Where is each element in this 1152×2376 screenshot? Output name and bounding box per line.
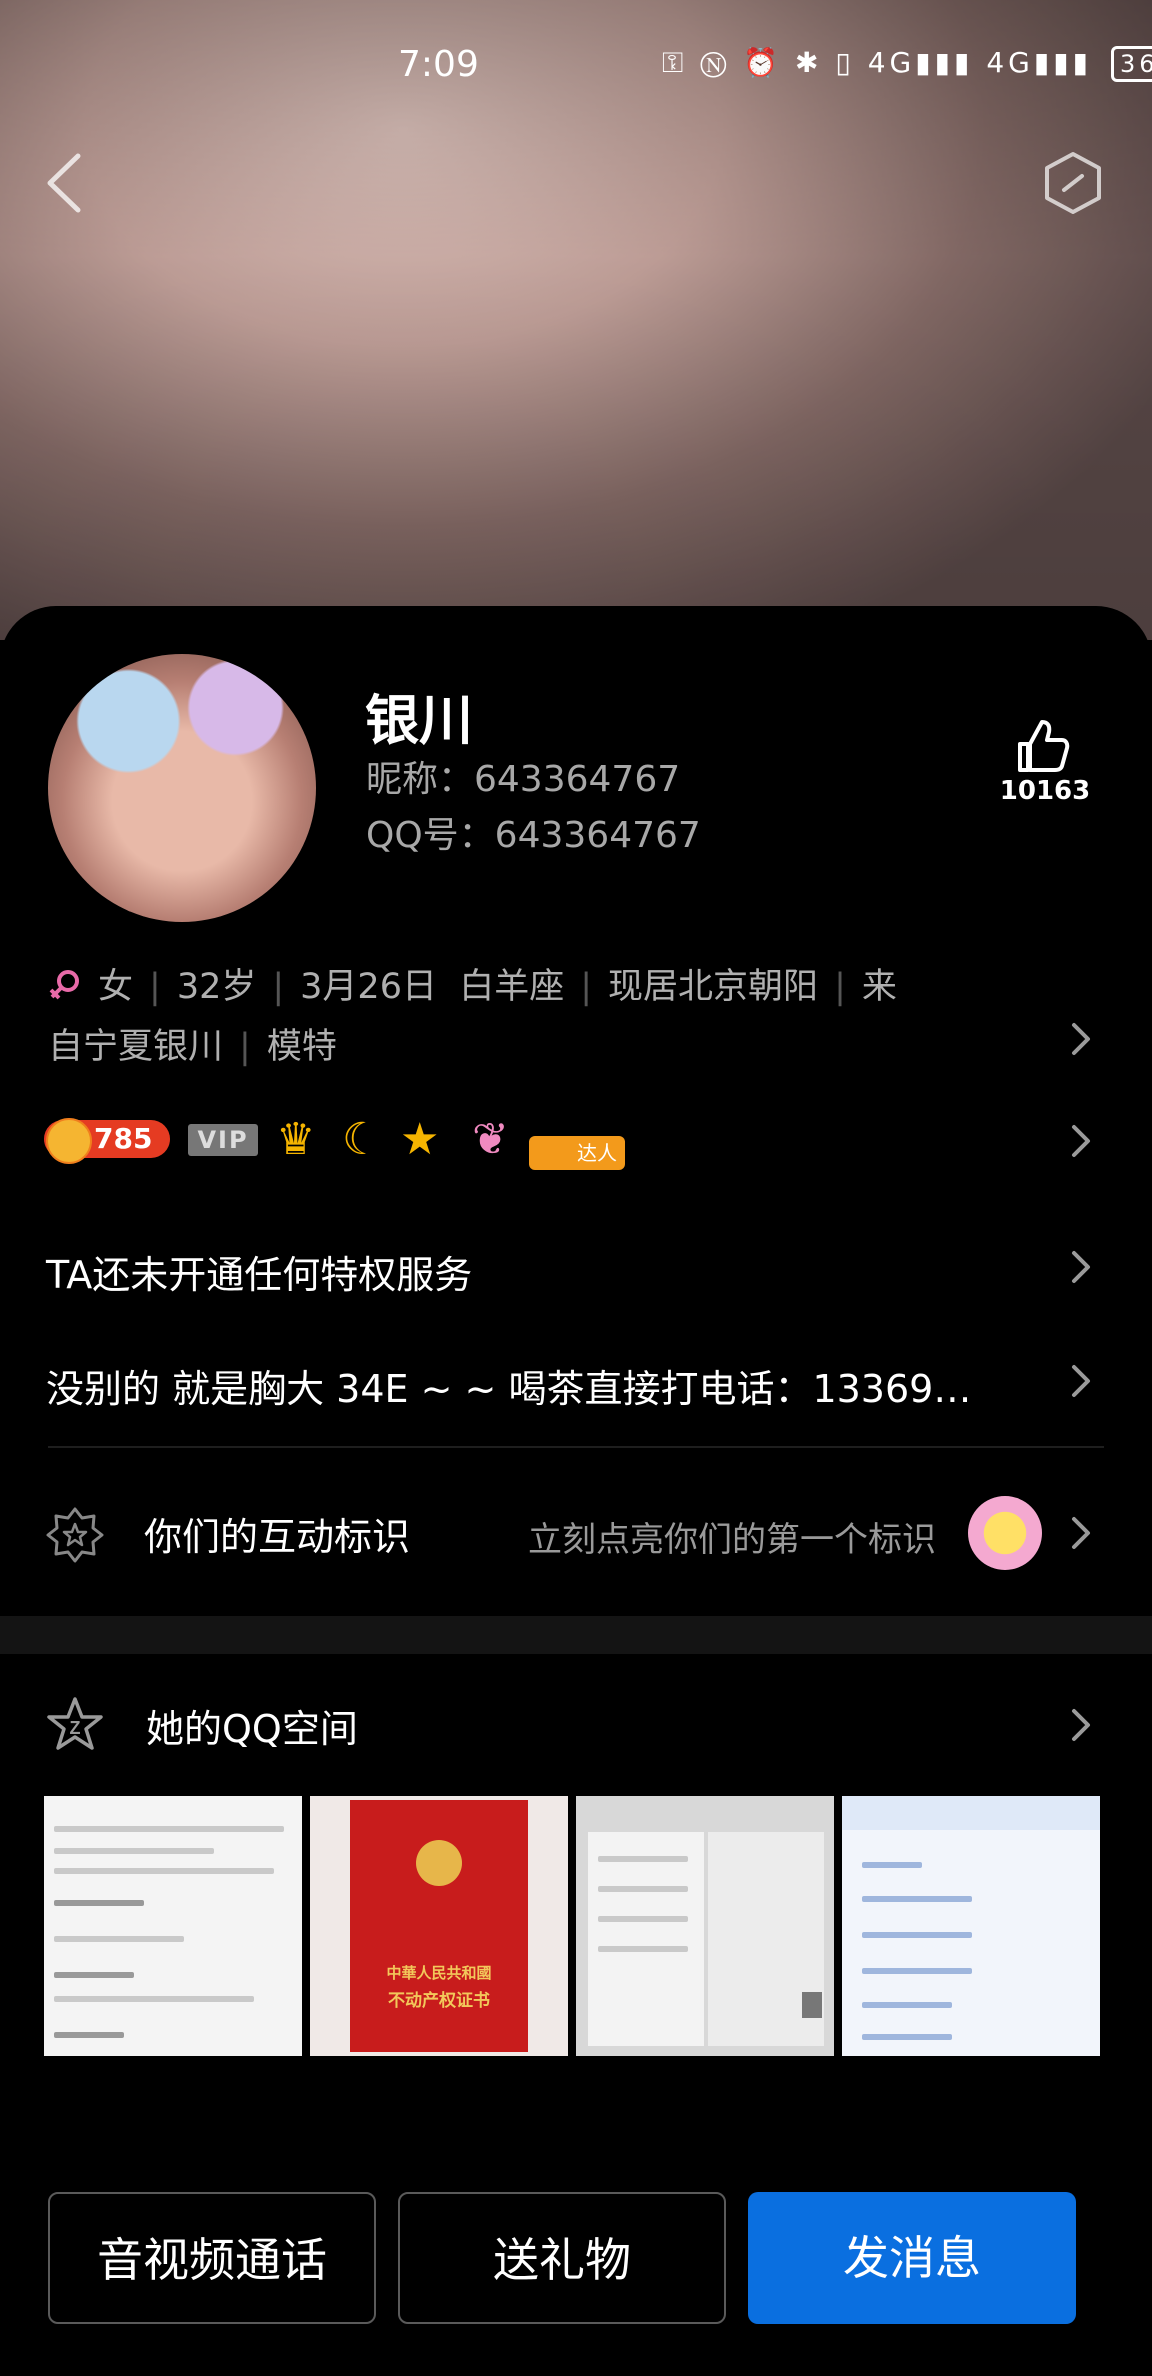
qzone-photos: 中華人民共和國 不动产权证书 [44, 1796, 1100, 2056]
divider [48, 1446, 1104, 1448]
svg-text:Z: Z [70, 1718, 81, 1738]
profile-info-line-1: 女 | 32岁 | 3月26日 白羊座 | 现居北京朝阳 | 来 [48, 958, 897, 1009]
vip-badge: VIP [188, 1124, 258, 1156]
privilege-chevron-right-icon[interactable] [1070, 1250, 1092, 1284]
signal-icons: ⚿ Ⓝ ⏰ ✱ ▯ 4G▮▮▮ 4G▮▮▮ [662, 46, 1093, 79]
coin-value: 785 [94, 1122, 153, 1155]
profile-name: 银川 [365, 689, 473, 752]
status-icons: ⚿ Ⓝ ⏰ ✱ ▯ 4G▮▮▮ 4G▮▮▮ 36 [662, 46, 1152, 82]
qzone-photo[interactable] [44, 1796, 302, 2056]
qzone-photo[interactable] [576, 1796, 834, 2056]
send-message-button[interactable]: 发消息 [748, 2192, 1076, 2324]
avatar[interactable] [48, 654, 316, 922]
hometown: 自宁夏银川 [48, 1027, 224, 1067]
hometown-prefix: 来 [861, 967, 897, 1007]
battery-icon: 36 [1111, 46, 1152, 82]
profile-info-line-2: 自宁夏银川 | 模特 [48, 1027, 337, 1067]
gender: 女 [98, 967, 134, 1007]
interaction-chevron-right-icon[interactable] [1070, 1516, 1092, 1550]
send-gift-button[interactable]: 送礼物 [398, 2192, 726, 2324]
residence: 现居北京朝阳 [608, 967, 819, 1007]
info-chevron-right-icon[interactable] [1070, 1022, 1092, 1056]
qzone-star-icon: Z [47, 1697, 103, 1750]
age: 32岁 [176, 967, 257, 1007]
certificate-book: 中華人民共和國 不动产权证书 [350, 1800, 528, 2052]
phone-wings-icon: ❦ [472, 1114, 509, 1165]
battery-level: 36 [1120, 50, 1152, 78]
status-bar: 7:09 ⚿ Ⓝ ⏰ ✱ ▯ 4G▮▮▮ 4G▮▮▮ 36 [0, 40, 1152, 96]
qzone-photo[interactable]: 中華人民共和國 不动产权证书 [310, 1796, 568, 2056]
daren-badge: 达人 [529, 1136, 625, 1170]
like-count: 10163 [999, 776, 1091, 806]
nickname: 昵称：643364767 [366, 759, 681, 800]
back-arrow-icon[interactable] [40, 150, 90, 216]
qzone-title[interactable]: 她的QQ空间 [146, 1698, 358, 1753]
star-icon: ★ [400, 1114, 440, 1165]
thumbs-up-icon[interactable] [996, 716, 1096, 776]
occupation: 模特 [266, 1027, 337, 1067]
birthday: 3月26日 [300, 967, 437, 1007]
flower-badge-icon [968, 1496, 1042, 1570]
gender-female-icon [49, 970, 79, 1000]
section-gap [0, 1616, 1152, 1654]
qq-number: QQ号：643364767 [366, 815, 701, 856]
zodiac: 白羊座 [459, 967, 565, 1007]
badge-chevron-right-icon[interactable] [1070, 1124, 1092, 1158]
moon-icon: ☾ [342, 1114, 382, 1165]
qzone-photo[interactable] [842, 1796, 1100, 2056]
coin-icon [46, 1118, 92, 1164]
interaction-mark-icon [46, 1507, 104, 1563]
status-time: 7:09 [398, 44, 479, 85]
coin-badge: 785 [44, 1118, 170, 1164]
crown-icon: ♛ [276, 1114, 316, 1165]
av-call-button[interactable]: 音视频通话 [48, 2192, 376, 2324]
qzone-chevron-right-icon[interactable] [1070, 1708, 1092, 1742]
interaction-hint[interactable]: 立刻点亮你们的第一个标识 [528, 1512, 936, 1561]
signature-chevron-right-icon[interactable] [1070, 1364, 1092, 1398]
cover-shade [0, 0, 1152, 640]
national-emblem-icon [416, 1840, 462, 1886]
privilege-text[interactable]: TA还未开通任何特权服务 [46, 1244, 472, 1299]
certificate-line-1: 中華人民共和國 [386, 1964, 492, 1982]
interaction-title[interactable]: 你们的互动标识 [144, 1506, 410, 1561]
settings-hexagon-icon[interactable] [1040, 150, 1106, 216]
certificate-line-2: 不动产权证书 [388, 1991, 490, 2011]
signature-text[interactable]: 没别的 就是胸大 34E ~ ~ 喝茶直接打电话：13369… [46, 1358, 971, 1413]
